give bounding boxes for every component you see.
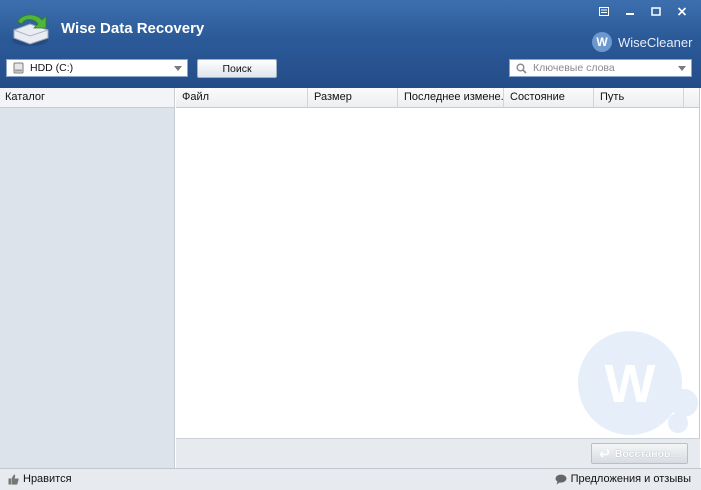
drive-select[interactable]: HDD (C:): [6, 59, 188, 77]
column-header-size[interactable]: Размер: [308, 88, 398, 107]
undo-icon: [599, 448, 609, 458]
menu-icon: [599, 6, 609, 16]
feedback-link[interactable]: Предложения и отзывы: [555, 473, 691, 485]
chevron-down-icon: [171, 61, 185, 75]
close-icon: [677, 6, 687, 16]
column-header-file[interactable]: Файл: [176, 88, 308, 107]
title-bar: Wise Data Recovery W WiseCleaner HDD (C:…: [0, 0, 701, 88]
hard-drive-icon: [13, 61, 27, 75]
app-window: Wise Data Recovery W WiseCleaner HDD (C:…: [0, 0, 701, 490]
minimize-icon: [626, 12, 634, 15]
chevron-down-icon[interactable]: [675, 61, 689, 75]
app-title: Wise Data Recovery: [61, 20, 205, 37]
keyword-search-field[interactable]: [509, 59, 692, 77]
column-header-state[interactable]: Состояние: [504, 88, 594, 107]
status-bar: Нравится Предложения и отзывы: [0, 468, 701, 490]
thumbs-up-icon: [8, 474, 19, 485]
table-header: Файл Размер Последнее измене... Состояни…: [176, 88, 699, 108]
search-button[interactable]: Поиск: [197, 59, 277, 78]
restore-button-label: Восстанов...: [614, 447, 680, 460]
close-button[interactable]: [671, 4, 693, 18]
menu-button[interactable]: [593, 4, 615, 18]
keyword-search-input[interactable]: [530, 61, 675, 75]
maximize-button[interactable]: [645, 4, 667, 18]
minimize-button[interactable]: [619, 4, 641, 18]
search-icon: [516, 61, 530, 75]
drive-select-value: HDD (C:): [30, 62, 74, 74]
wisecleaner-logo-icon: W: [592, 32, 612, 52]
restore-button[interactable]: Восстанов...: [591, 443, 688, 464]
window-controls: [593, 4, 693, 18]
brand-link[interactable]: W WiseCleaner: [592, 32, 692, 52]
app-logo-icon: [12, 14, 49, 46]
catalog-panel: Каталог: [0, 88, 175, 468]
column-header-modified[interactable]: Последнее измене...: [398, 88, 504, 107]
like-link[interactable]: Нравится: [8, 473, 72, 485]
column-header-path[interactable]: Путь: [594, 88, 684, 107]
action-bar: Восстанов...: [176, 438, 700, 468]
brand-name: WiseCleaner: [618, 34, 693, 50]
maximize-icon: [651, 6, 661, 16]
speech-bubble-icon: [555, 474, 567, 484]
catalog-header: Каталог: [0, 88, 174, 108]
feedback-label: Предложения и отзывы: [570, 473, 691, 485]
like-label: Нравится: [23, 473, 72, 485]
file-list[interactable]: Файл Размер Последнее измене... Состояни…: [176, 88, 700, 438]
